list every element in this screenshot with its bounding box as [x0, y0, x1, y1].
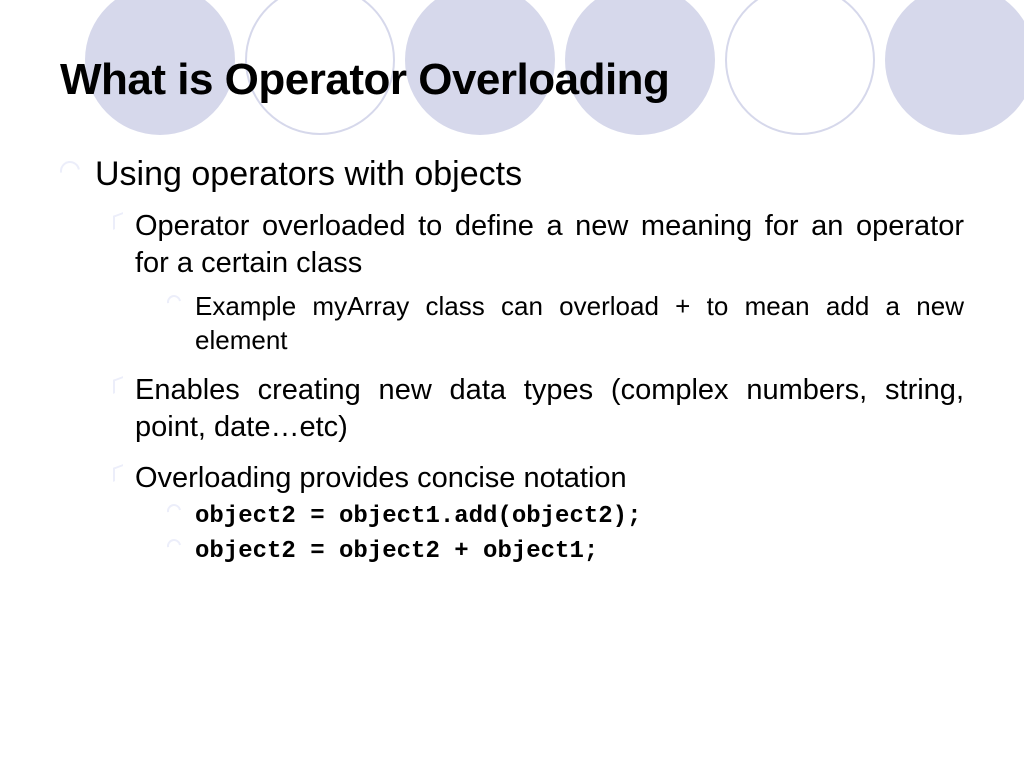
- bullet-circle-icon: [164, 501, 183, 520]
- bullet-level3-code: object2 = object1.add(object2);: [195, 501, 964, 532]
- bullet-chevron-icon: [113, 464, 123, 482]
- bullet-level3: Example myArray class can overload + to …: [195, 290, 964, 358]
- bullet-level3-code: object2 = object2 + object1;: [195, 536, 964, 567]
- bullet-text: Overloading provides concise notation: [135, 460, 964, 497]
- bullet-chevron-icon: [113, 212, 123, 230]
- bullet-text: Using operators with objects: [95, 155, 522, 193]
- slide-title: What is Operator Overloading: [60, 55, 964, 105]
- bullet-chevron-icon: [113, 376, 123, 394]
- bullet-level1: Using operators with objects: [95, 155, 964, 194]
- bullet-circle-icon: [56, 157, 84, 185]
- bullet-level2: Overloading provides concise notation: [135, 460, 964, 497]
- code-text: object2 = object2 + object1;: [195, 536, 964, 567]
- slide-content: What is Operator Overloading Using opera…: [0, 0, 1024, 568]
- bullet-text: Example myArray class can overload + to …: [195, 290, 964, 358]
- code-text: object2 = object1.add(object2);: [195, 501, 964, 532]
- bullet-circle-icon: [164, 537, 183, 556]
- bullet-level2: Operator overloaded to define a new mean…: [135, 208, 964, 282]
- bullet-text: Enables creating new data types (complex…: [135, 372, 964, 446]
- bullet-circle-icon: [164, 292, 183, 311]
- bullet-level2: Enables creating new data types (complex…: [135, 372, 964, 446]
- bullet-text: Operator overloaded to define a new mean…: [135, 208, 964, 282]
